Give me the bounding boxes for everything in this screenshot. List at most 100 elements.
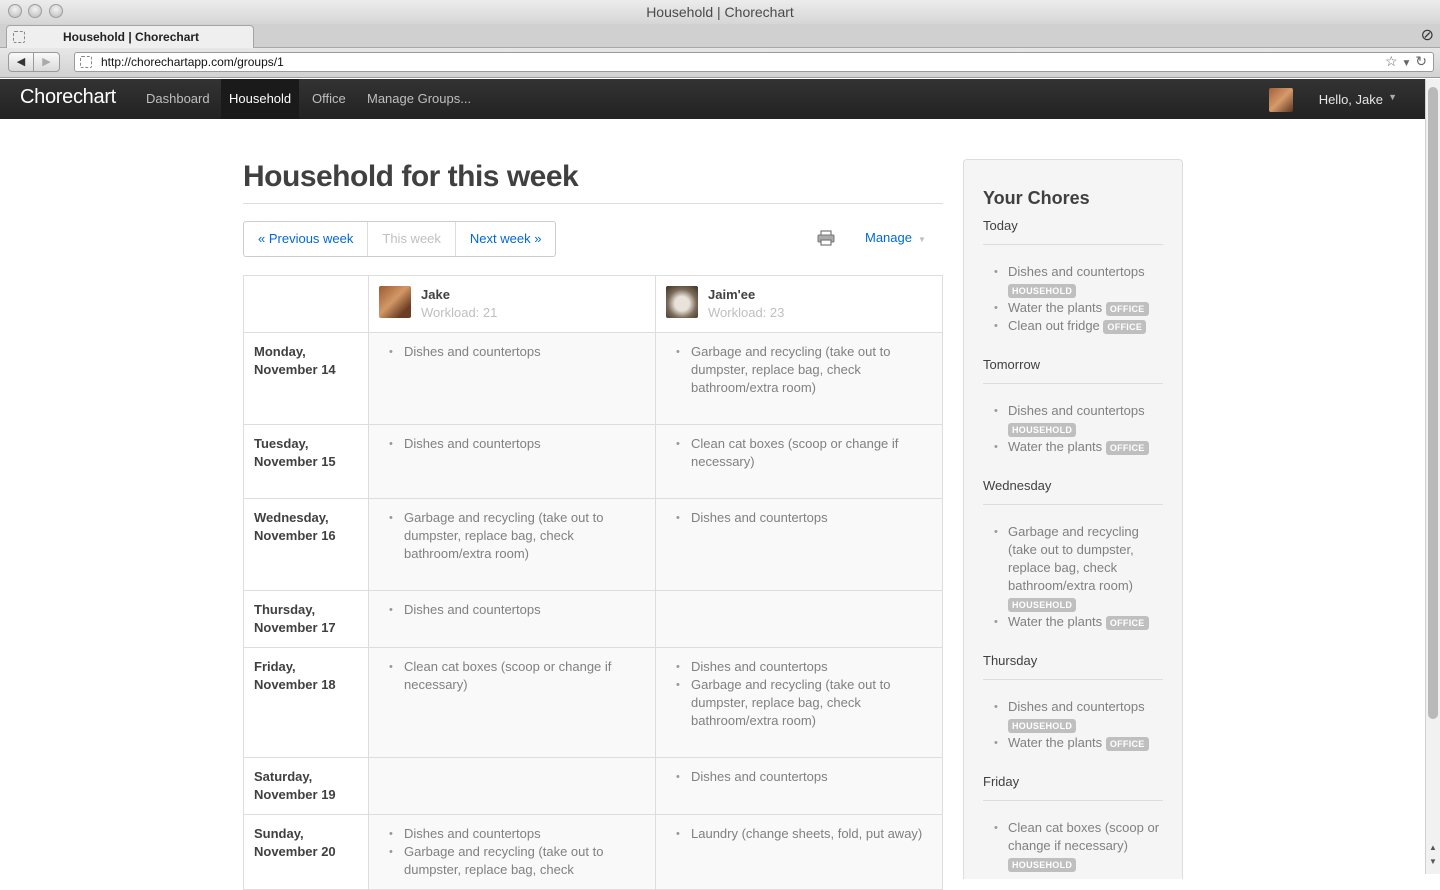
chore-cell-jaimee: Garbage and recycling (take out to dumps… — [655, 332, 943, 425]
nav-office[interactable]: Office — [304, 79, 354, 119]
chore-cell-jaimee: Dishes and countertops — [655, 498, 943, 591]
sidebar-chore-list: Dishes and countertops HOUSEHOLDWater th… — [983, 698, 1163, 752]
day-label: Saturday, — [254, 769, 313, 784]
chevron-down-icon: ▼ — [917, 235, 926, 244]
person-name: Jaim'ee — [708, 287, 756, 302]
forward-button[interactable]: ▶ — [34, 52, 60, 72]
schedule-body: Monday, November 14 Dishes and countertops… — [243, 332, 943, 890]
group-badge: OFFICE — [1105, 615, 1149, 630]
sidebar-chore-list: Garbage and recycling (take out to dumps… — [983, 523, 1163, 631]
day-cell: Tuesday, November 15 — [243, 424, 369, 499]
chore-cell-jake — [368, 757, 656, 815]
list-item: Dishes and countertops — [676, 658, 932, 676]
favicon-icon — [13, 31, 25, 43]
chore-text: Water the plants — [1008, 439, 1103, 454]
person-header: Jake Workload: 21 — [368, 275, 656, 333]
avatar — [379, 286, 411, 318]
group-badge: OFFICE — [1105, 301, 1149, 316]
chore-list: Dishes and countertops — [666, 509, 932, 527]
list-item: Garbage and recycling (take out to dumps… — [994, 523, 1163, 613]
list-item: Garbage and recycling (take out to dumps… — [676, 343, 932, 397]
window-titlebar: Household | Chorechart — [0, 0, 1440, 24]
scroll-up-icon[interactable]: ▲ — [1429, 843, 1437, 852]
week-pager: « Previous week This week Next week » — [243, 221, 557, 257]
list-item: Dishes and countertops — [676, 509, 932, 527]
day-cell: Friday, November 18 — [243, 647, 369, 758]
chore-cell-jaimee: Dishes and countertopsGarbage and recycl… — [655, 647, 943, 758]
chore-cell-jake: Dishes and countertops — [368, 590, 656, 648]
scroll-thumb[interactable] — [1428, 87, 1438, 719]
group-badge: OFFICE — [1103, 319, 1147, 334]
page-scrollbar[interactable]: ▲ ▼ — [1425, 79, 1440, 874]
table-row: Friday, November 18 Clean cat boxes (scoop… — [243, 647, 943, 758]
browser-tab[interactable]: Household | Chorechart — [6, 25, 254, 48]
list-item: Dishes and countertops — [676, 768, 932, 786]
dropdown-arrow-icon[interactable]: ▼ — [1401, 58, 1411, 69]
chore-cell-jake: Dishes and countertops — [368, 424, 656, 499]
nav-manage-groups[interactable]: Manage Groups... — [359, 79, 479, 119]
day-cell: Thursday, November 17 — [243, 590, 369, 648]
chore-cell-jake: Dishes and countertopsGarbage and recycl… — [368, 814, 656, 890]
browser-toolbar: ◀ ▶ ☆ ▼ ↻ — [0, 48, 1440, 78]
nav-household[interactable]: Household — [221, 79, 300, 119]
bookmark-star-icon[interactable]: ☆ — [1385, 53, 1398, 69]
manage-dropdown[interactable]: Manage ▼ — [865, 230, 926, 245]
scroll-down-icon[interactable]: ▼ — [1429, 857, 1437, 866]
print-icon[interactable] — [817, 230, 835, 246]
brand-logo[interactable]: Chorechart — [20, 86, 116, 109]
chore-cell-jake: Dishes and countertops — [368, 332, 656, 425]
chore-list: Clean cat boxes (scoop or change if nece… — [666, 435, 932, 471]
list-item: Water the plants OFFICE — [994, 438, 1163, 456]
day-date: November 17 — [254, 620, 336, 635]
group-badge: HOUSEHOLD — [1008, 857, 1077, 872]
back-button[interactable]: ◀ — [8, 52, 34, 72]
sidebar-title: Your Chores — [983, 188, 1090, 208]
group-badge: HOUSEHOLD — [1008, 597, 1077, 612]
tab-action-icon[interactable]: ⊘ — [1421, 25, 1434, 45]
manage-label: Manage — [865, 230, 912, 245]
next-week-link[interactable]: Next week » — [456, 222, 556, 256]
window-title: Household | Chorechart — [646, 4, 794, 20]
list-item: Dishes and countertops — [389, 601, 645, 619]
title-divider — [243, 203, 943, 204]
list-item: Clean out fridge OFFICE — [994, 317, 1163, 335]
person-workload: Workload: 21 — [421, 305, 498, 320]
chore-list: Clean cat boxes (scoop or change if nece… — [379, 658, 645, 694]
address-bar[interactable]: ☆ ▼ ↻ — [74, 52, 1434, 72]
this-week-label: This week — [368, 222, 456, 256]
day-date: November 20 — [254, 844, 336, 859]
chore-list: Dishes and countertops — [379, 601, 645, 619]
list-item: Dishes and countertops HOUSEHOLD — [994, 698, 1163, 734]
group-badge: HOUSEHOLD — [1008, 422, 1077, 437]
nav-dashboard[interactable]: Dashboard — [138, 79, 218, 119]
table-header-row: Jake Workload: 21 Jaim'ee Workload: 23 — [243, 275, 943, 333]
day-label: Tuesday, — [254, 436, 309, 451]
day-date: November 15 — [254, 454, 336, 469]
chevron-down-icon: ▼ — [1388, 92, 1397, 102]
chore-list: Garbage and recycling (take out to dumps… — [666, 343, 932, 397]
reload-icon[interactable]: ↻ — [1415, 53, 1427, 69]
chore-text: Clean cat boxes (scoop or change if nece… — [1008, 820, 1160, 853]
day-date: November 16 — [254, 528, 336, 543]
previous-week-link[interactable]: « Previous week — [244, 222, 369, 256]
day-cell: Saturday, November 19 — [243, 757, 369, 815]
list-item: Clean cat boxes (scoop or change if nece… — [994, 819, 1163, 873]
person-header: Jaim'ee Workload: 23 — [655, 275, 943, 333]
chore-text: Water the plants — [1008, 614, 1103, 629]
url-input[interactable] — [101, 54, 1341, 70]
chore-list: Dishes and countertops — [379, 343, 645, 361]
group-badge: OFFICE — [1105, 440, 1149, 455]
avatar — [1269, 88, 1293, 112]
chore-text: Water the plants — [1008, 735, 1103, 750]
corner-cell — [243, 275, 369, 333]
chore-cell-jaimee: Clean cat boxes (scoop or change if nece… — [655, 424, 943, 499]
sidebar-chore-list: Dishes and countertops HOUSEHOLDWater th… — [983, 263, 1163, 335]
list-item: Dishes and countertops — [389, 435, 645, 453]
sidebar-day-heading: Thursday — [983, 653, 1163, 680]
sidebar-day-heading: Friday — [983, 774, 1163, 801]
sidebar-day-heading: Wednesday — [983, 478, 1163, 505]
person-workload: Workload: 23 — [708, 305, 785, 320]
group-badge: HOUSEHOLD — [1008, 283, 1077, 298]
chore-schedule-table: Jake Workload: 21 Jaim'ee Workload: 23 M… — [243, 275, 943, 890]
list-item: Water the plants OFFICE — [994, 299, 1163, 317]
